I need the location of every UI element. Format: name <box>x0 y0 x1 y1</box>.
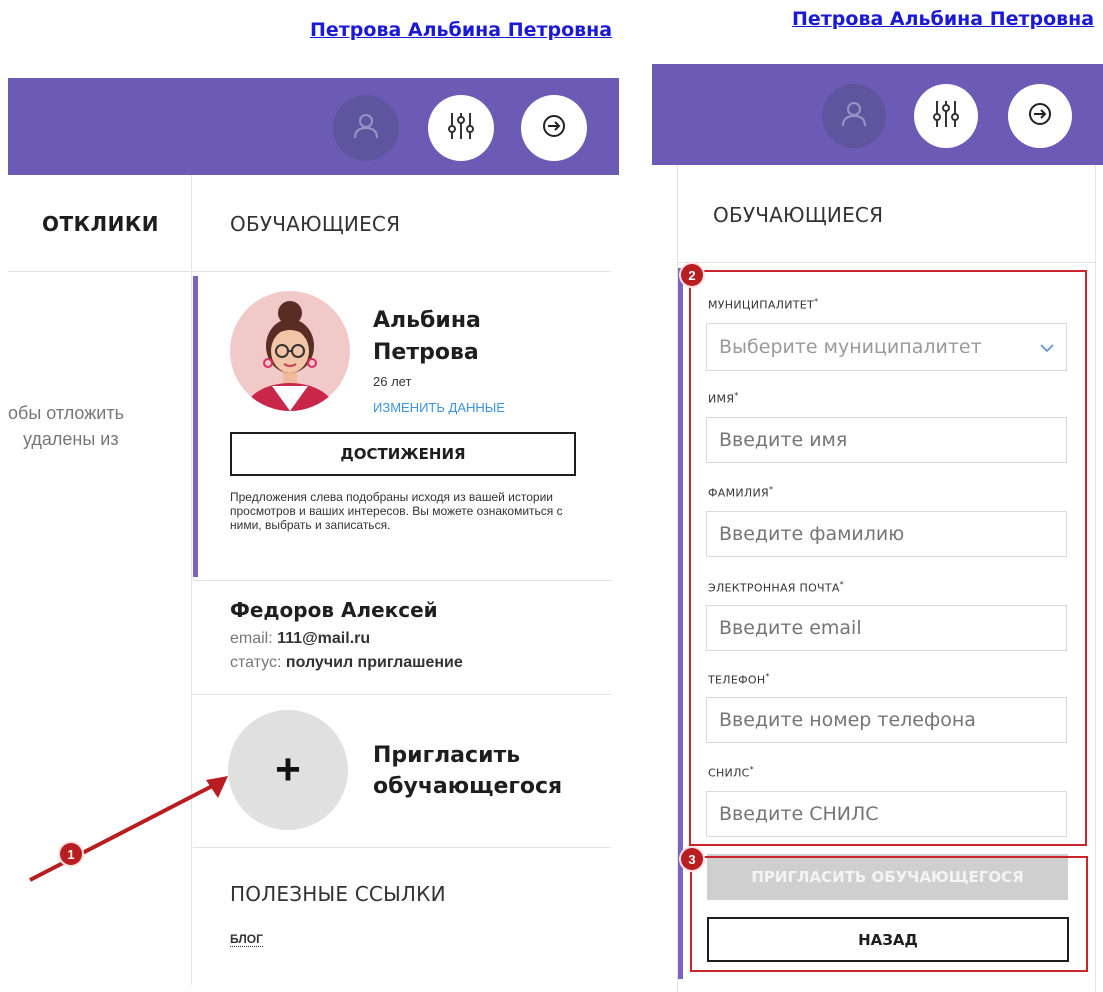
user-icon <box>839 99 869 134</box>
recommendation-note: Предложения слева подобраны исходя из ва… <box>230 490 563 532</box>
filter-button[interactable] <box>428 95 494 161</box>
student-name: Федоров Алексей <box>230 598 438 622</box>
header-bar-right <box>652 64 1103 165</box>
logout-arrow-icon <box>542 114 566 143</box>
profile-divider <box>193 580 611 581</box>
profile-accent-bar <box>193 276 198 577</box>
filter-sliders-icon <box>930 98 962 135</box>
edit-profile-link[interactable]: ИЗМЕНИТЬ ДАННЫЕ <box>373 400 505 415</box>
logout-button[interactable] <box>521 95 587 161</box>
annotation-box-3 <box>690 856 1088 972</box>
hint-text: обы отложить удалены из <box>8 403 124 449</box>
invite-plus-button[interactable]: + <box>228 710 348 830</box>
profile-button-right[interactable] <box>822 84 886 148</box>
blog-link[interactable]: БЛОГ <box>230 932 263 947</box>
form-accent-bar <box>678 268 683 979</box>
invite-student-label[interactable]: Пригласить обучающегося <box>373 740 562 802</box>
useful-links-title: ПОЛЕЗНЫЕ ССЫЛКИ <box>230 882 446 906</box>
right-panel-right-border <box>1095 165 1096 992</box>
annotation-arrow-1 <box>29 776 228 882</box>
logout-button-right[interactable] <box>1008 84 1072 148</box>
student-divider <box>193 694 611 695</box>
tab-responses[interactable]: ОТКЛИКИ <box>42 212 159 236</box>
filter-sliders-icon <box>445 110 477 147</box>
invite-divider <box>193 847 611 848</box>
profile-name: Альбина Петрова <box>373 308 481 365</box>
student-status: статус: получил приглашение <box>230 654 463 671</box>
achievements-button[interactable]: ДОСТИЖЕНИЯ <box>230 432 576 476</box>
user-name-link[interactable]: Петрова Альбина Петровна <box>310 19 612 41</box>
user-icon <box>351 111 381 146</box>
profile-button[interactable] <box>333 95 399 161</box>
profile-age: 26 лет <box>373 374 412 389</box>
student-email: email: 111@mail.ru <box>230 630 371 647</box>
tab-students-right[interactable]: ОБУЧАЮЩИЕСЯ <box>713 203 883 227</box>
right-tabs-divider <box>678 262 1095 263</box>
avatar <box>230 291 350 411</box>
annotation-badge-3: 3 <box>681 848 703 870</box>
logout-arrow-icon <box>1028 102 1052 131</box>
filter-button-right[interactable] <box>914 84 978 148</box>
annotation-badge-2: 2 <box>681 264 703 286</box>
tab-students[interactable]: ОБУЧАЮЩИЕСЯ <box>230 212 400 236</box>
user-name-link-right[interactable]: Петрова Альбина Петровна <box>792 8 1094 30</box>
annotation-badge-1: 1 <box>60 843 82 865</box>
header-bar <box>8 78 619 175</box>
annotation-box-2 <box>689 270 1087 846</box>
tabs-divider <box>8 271 611 272</box>
